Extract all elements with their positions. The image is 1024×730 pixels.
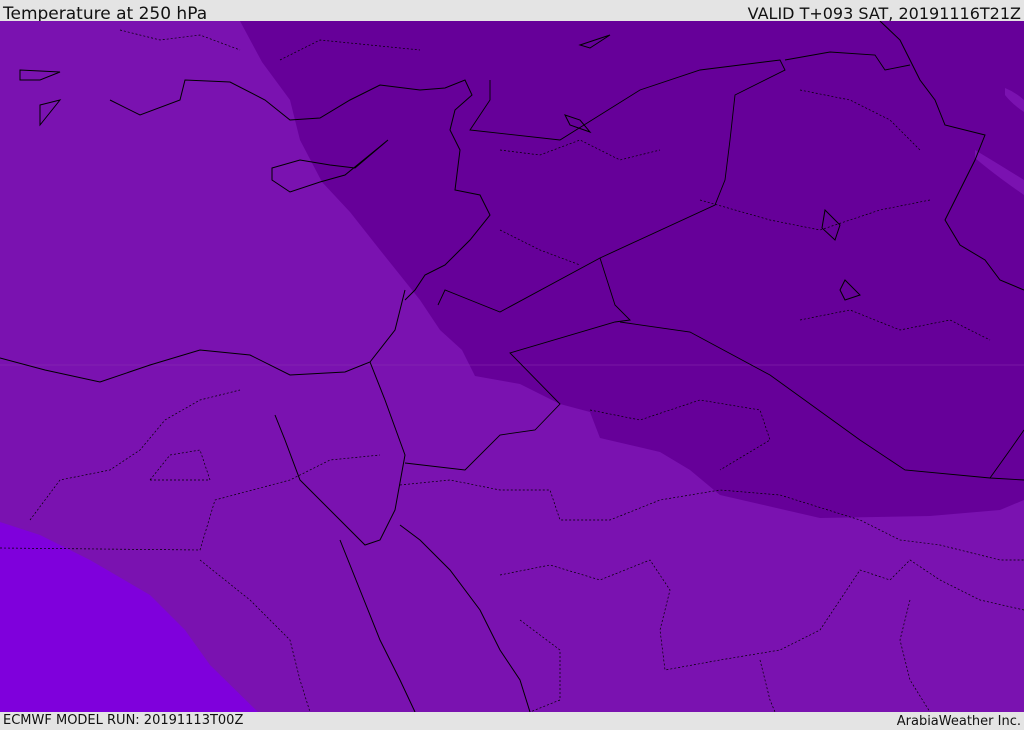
brand-label: ArabiaWeather Inc. <box>896 714 1021 729</box>
header-bar: Temperature at 250 hPa VALID T+093 SAT, … <box>0 0 1024 24</box>
footer-bar: ECMWF MODEL RUN: 20191113T00Z ArabiaWeat… <box>0 712 1024 729</box>
model-run-label: ECMWF MODEL RUN: 20191113T00Z <box>3 713 244 728</box>
temperature-map <box>0 21 1024 712</box>
